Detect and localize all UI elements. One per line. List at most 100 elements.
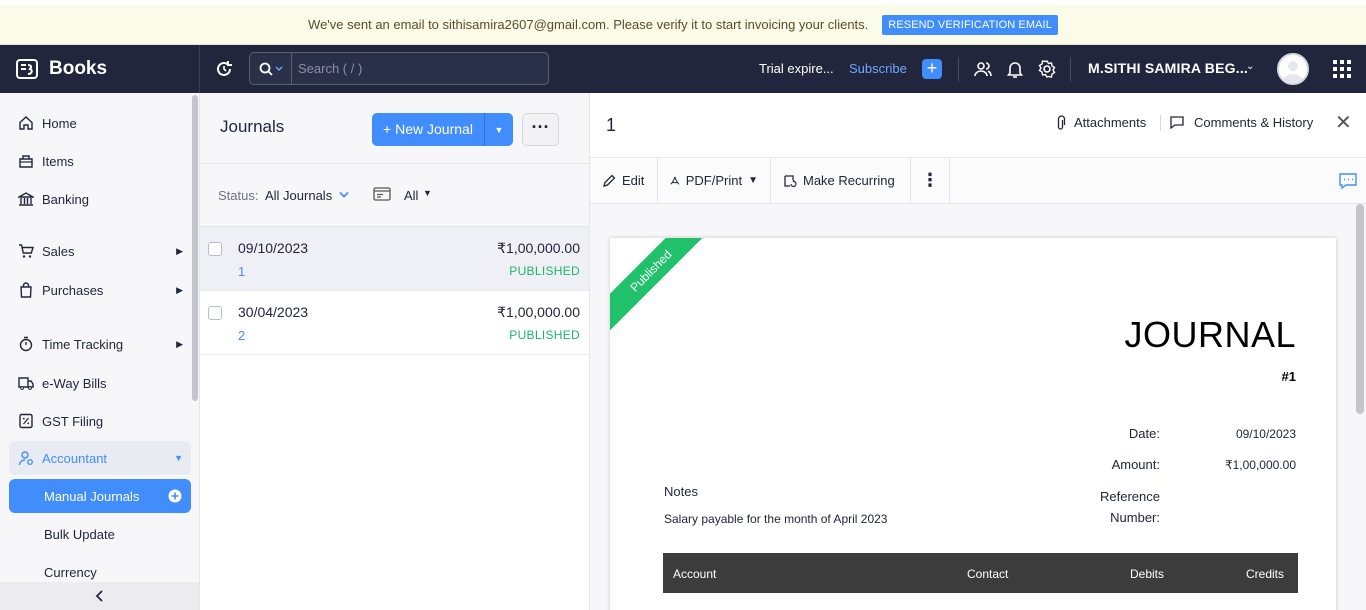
- reference-label-line2: Number:: [1110, 510, 1160, 525]
- document-heading: JOURNAL: [1124, 314, 1296, 355]
- sidebar-item-purchases[interactable]: Purchases ▶: [9, 273, 191, 307]
- home-icon: [19, 116, 33, 130]
- chevron-down-icon[interactable]: ⌄: [1246, 61, 1254, 72]
- page-title: Journals: [220, 117, 285, 136]
- users-icon[interactable]: [973, 59, 993, 79]
- top-navbar: Books Trial expire... Subscribe + M.SITH…: [0, 45, 1366, 93]
- items-icon: [19, 155, 33, 168]
- sidebar-item-time-tracking[interactable]: Time Tracking ▶: [9, 327, 191, 361]
- period-filter-dropdown[interactable]: All: [404, 188, 418, 203]
- detail-title: 1: [606, 115, 617, 135]
- column-header-contact: Contact: [967, 567, 1009, 581]
- banner-message: We've sent an email to sithisamira2607@g…: [308, 17, 869, 32]
- reference-label: Reference: [1100, 489, 1160, 504]
- status-filter-label: Status:: [218, 188, 259, 203]
- row-checkbox[interactable]: [208, 306, 222, 320]
- caret-down-icon: ▼: [748, 175, 758, 186]
- sidebar-scrollbar[interactable]: [192, 95, 198, 401]
- sidebar-item-manual-journals[interactable]: Manual Journals: [9, 479, 191, 513]
- user-avatar-icon: [1282, 61, 1304, 83]
- pdf-print-label: PDF/Print: [685, 173, 743, 188]
- chevron-down-icon: [275, 66, 282, 71]
- sidebar-item-label: Accountant: [42, 450, 108, 466]
- document-preview-area: Published JOURNAL #1 Date: 09/10/2023 Am…: [590, 204, 1366, 610]
- notes-label: Notes: [664, 484, 698, 499]
- recurring-icon: [784, 174, 797, 187]
- table-row[interactable]: 09/10/2023 1 ₹1,00,000.00 PUBLISHED: [200, 227, 589, 291]
- caret-right-icon: ▶: [176, 338, 183, 349]
- chat-icon[interactable]: [1338, 172, 1358, 190]
- sidebar-item-items[interactable]: Items: [9, 144, 191, 178]
- status-badge: PUBLISHED: [509, 328, 580, 342]
- attachments-button[interactable]: Attachments: [1057, 115, 1146, 130]
- notes-value: Salary payable for the month of April 20…: [664, 512, 888, 526]
- journal-amount: ₹1,00,000.00: [497, 304, 580, 320]
- sidebar-item-label: GST Filing: [42, 413, 104, 429]
- sidebar-item-label: Sales: [42, 243, 75, 259]
- make-recurring-button[interactable]: Make Recurring: [771, 158, 911, 203]
- app-grid-icon[interactable]: [1333, 60, 1351, 78]
- status-filter-dropdown[interactable]: All Journals: [265, 188, 332, 203]
- gst-icon: [19, 413, 33, 429]
- search-input[interactable]: [292, 61, 532, 76]
- new-journal-dropdown[interactable]: ▼: [485, 125, 513, 135]
- paperclip-icon: [1057, 115, 1066, 130]
- comments-history-button[interactable]: Comments & History: [1170, 115, 1313, 130]
- organization-name[interactable]: M.SITHI SAMIRA BEG...: [1088, 60, 1248, 76]
- table-row[interactable]: 30/04/2023 2 ₹1,00,000.00 PUBLISHED: [200, 291, 589, 355]
- journal-list-panel: Journals + New Journal ▼ ··· Status: All…: [200, 93, 590, 610]
- close-icon[interactable]: ✕: [1335, 113, 1352, 133]
- avatar[interactable]: [1277, 53, 1309, 85]
- subscribe-link[interactable]: Subscribe: [849, 61, 907, 76]
- sidebar-item-banking[interactable]: Banking: [9, 182, 191, 216]
- make-recurring-label: Make Recurring: [803, 173, 895, 188]
- document-number: #1: [1281, 369, 1296, 384]
- sidebar-item-gst-filing[interactable]: GST Filing: [9, 404, 191, 438]
- calendar-filter-icon[interactable]: [373, 186, 391, 202]
- row-checkbox[interactable]: [208, 242, 222, 256]
- recent-activity-icon[interactable]: [214, 59, 234, 79]
- attachments-label: Attachments: [1074, 115, 1147, 130]
- caret-down-icon[interactable]: ▼: [423, 188, 432, 198]
- sidebar-item-sales[interactable]: Sales ▶: [9, 234, 191, 268]
- amount-value: ₹1,00,000.00: [1224, 458, 1296, 472]
- bell-icon[interactable]: [1005, 59, 1025, 79]
- more-actions-button[interactable]: ⋮: [911, 158, 950, 203]
- new-journal-button[interactable]: + New Journal: [372, 113, 485, 146]
- pdf-icon: [670, 176, 680, 185]
- cart-icon: [19, 244, 34, 258]
- caret-right-icon: ▶: [176, 284, 183, 295]
- search-scope-dropdown[interactable]: [250, 53, 292, 84]
- quick-create-button[interactable]: +: [922, 59, 942, 79]
- add-circle-icon[interactable]: [168, 489, 182, 503]
- column-header-account: Account: [673, 567, 717, 581]
- truck-icon: [18, 377, 34, 390]
- more-options-button[interactable]: ···: [522, 113, 559, 146]
- chevron-down-icon[interactable]: [339, 191, 349, 199]
- edit-label: Edit: [622, 173, 645, 188]
- caret-right-icon: ▶: [176, 245, 183, 256]
- collapse-sidebar-button[interactable]: [0, 582, 199, 610]
- sidebar-item-eway-bills[interactable]: e-Way Bills: [9, 366, 191, 400]
- sidebar-item-label: Purchases: [42, 282, 104, 298]
- journal-document: Published JOURNAL #1 Date: 09/10/2023 Am…: [610, 238, 1336, 610]
- filter-bar: Status: All Journals All ▼: [200, 164, 589, 227]
- sidebar-item-accountant[interactable]: Accountant ▼: [9, 441, 191, 475]
- edit-button[interactable]: Edit: [590, 158, 658, 203]
- sidebar-item-currency[interactable]: Currency: [44, 565, 97, 580]
- divider: [1070, 57, 1071, 81]
- journal-number[interactable]: 2: [238, 328, 245, 343]
- sidebar-item-home[interactable]: Home: [9, 106, 191, 140]
- search-box[interactable]: [249, 52, 549, 85]
- brand[interactable]: Books: [0, 45, 200, 93]
- sidebar-item-label: Banking: [42, 191, 89, 207]
- journal-number[interactable]: 1: [238, 264, 245, 279]
- sidebar-item-label: e-Way Bills: [42, 375, 107, 391]
- pdf-print-button[interactable]: PDF/Print ▼: [658, 158, 771, 203]
- detail-scrollbar[interactable]: [1356, 204, 1364, 414]
- sidebar-item-bulk-update[interactable]: Bulk Update: [44, 527, 115, 542]
- list-header: Journals + New Journal ▼ ···: [200, 93, 589, 164]
- resend-verification-button[interactable]: RESEND VERIFICATION EMAIL: [882, 14, 1058, 35]
- journal-table-header: Account Contact Debits Credits: [663, 553, 1298, 593]
- gear-icon[interactable]: [1037, 59, 1057, 79]
